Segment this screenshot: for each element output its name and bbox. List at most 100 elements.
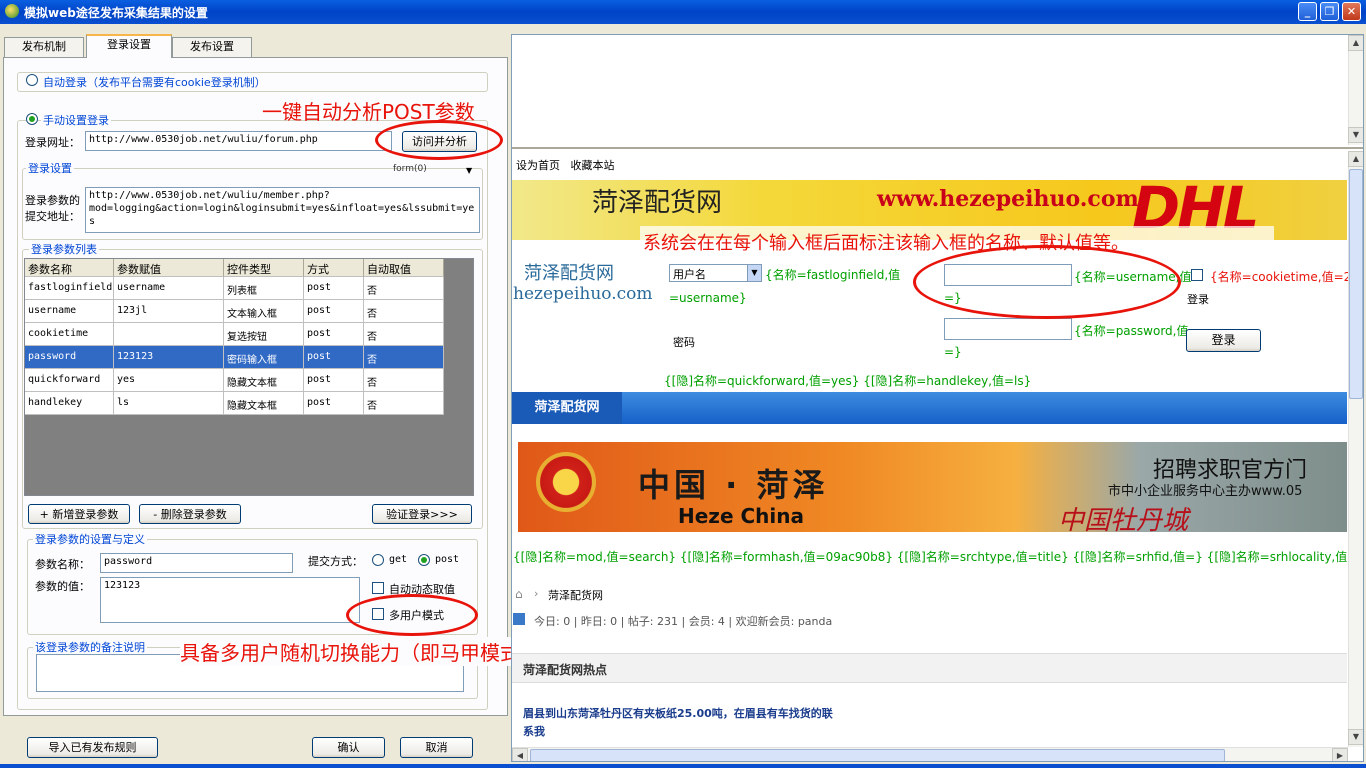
scroll-up-arrow[interactable]: ▲ (1348, 151, 1363, 167)
column-header[interactable]: 控件类型 (224, 259, 304, 277)
tab-publish-mechanism[interactable]: 发布机制 (4, 37, 84, 57)
hot-item-2[interactable]: 系我 (523, 723, 545, 739)
chevron-down-icon[interactable]: ▼ (466, 166, 472, 175)
table-row[interactable]: fastloginfield username 列表框 post 否 (25, 277, 444, 300)
note-fastlogin-2: =username} (669, 291, 747, 305)
form-select[interactable]: form(0) (393, 164, 427, 174)
table-cell: ls (114, 392, 224, 415)
stats-posts: 帖子: 231 (627, 615, 679, 628)
manual-login-label: 手动设置登录 (41, 112, 111, 128)
table-row[interactable]: quickforward yes 隐藏文本框 post 否 (25, 369, 444, 392)
china-banner: 中国 · 菏泽 Heze China 招聘求职官方门 市中小企业服务中心主办ww… (518, 442, 1347, 532)
column-header[interactable]: 方式 (304, 259, 364, 277)
hot-item-1[interactable]: 眉县到山东菏泽牡丹区有夹板纸25.00吨，在眉县有车找货的联 (523, 705, 833, 721)
submit-addr-textarea[interactable]: http://www.0530job.net/wuliu/member.php?… (85, 187, 480, 233)
scroll-up-arrow[interactable]: ▲ (1348, 35, 1363, 51)
minimize-button[interactable]: _ (1298, 2, 1317, 21)
add-param-button[interactable]: + 新增登录参数 (28, 504, 130, 524)
hscroll-thumb[interactable] (530, 749, 1225, 761)
delete-param-button[interactable]: - 删除登录参数 (139, 504, 241, 524)
stats-welcome[interactable]: 欢迎新会员: panda (736, 615, 833, 628)
maximize-button[interactable]: ❐ (1320, 2, 1339, 21)
login-url-input[interactable]: http://www.0530job.net/wuliu/forum.php (85, 131, 392, 151)
param-list-label: 登录参数列表 (29, 241, 99, 257)
verify-login-button[interactable]: 验证登录>>> (372, 504, 472, 524)
table-cell: post (304, 392, 364, 415)
note-fastlogin-1: {名称=fastloginfield,值 (765, 268, 901, 282)
set-homepage-link[interactable]: 设为首页 (516, 159, 560, 172)
stats-yesterday: 昨日: 0 (580, 615, 618, 628)
table-cell: handlekey (25, 392, 114, 415)
table-row[interactable]: username 123jl 文本输入框 post 否 (25, 300, 444, 323)
table-row-selected[interactable]: password 123123 密码输入框 post 否 (25, 346, 444, 369)
remember-checkbox[interactable] (1191, 269, 1203, 281)
table-cell: username (114, 277, 224, 300)
hot-title: 菏泽配货网热点 (523, 663, 608, 677)
emblem-icon (536, 452, 596, 512)
close-button[interactable]: ✕ (1342, 2, 1361, 21)
scroll-down-arrow[interactable]: ▼ (1348, 729, 1363, 745)
table-cell: 隐藏文本框 (224, 369, 304, 392)
title-bar: 模拟web途径发布采集结果的设置 _ ❐ ✕ (0, 0, 1366, 24)
login-settings-label: 登录设置 (26, 160, 74, 176)
chevron-down-icon[interactable]: ▼ (747, 264, 762, 282)
method-label: 提交方式： (308, 555, 363, 568)
site-login-button[interactable]: 登录 (1186, 329, 1261, 352)
table-cell: 否 (364, 277, 444, 300)
param-name-input[interactable]: password (100, 553, 293, 573)
horizontal-scrollbar[interactable]: ◀ ▶ (512, 747, 1348, 761)
table-cell: post (304, 346, 364, 369)
method-get-label: get (389, 554, 408, 565)
column-header[interactable]: 参数赋值 (114, 259, 224, 277)
cancel-button[interactable]: 取消 (400, 737, 473, 758)
scroll-down-arrow[interactable]: ▼ (1348, 127, 1363, 143)
submit-addr-line-3: s (89, 216, 96, 227)
manual-login-radio[interactable] (26, 113, 38, 125)
table-cell: 否 (364, 346, 444, 369)
breadcrumb[interactable]: 菏泽配货网 (548, 587, 603, 603)
table-cell: post (304, 323, 364, 346)
annotation-ellipse-multiuser (346, 594, 478, 636)
table-row[interactable]: handlekey ls 隐藏文本框 post 否 (25, 392, 444, 415)
remember-label: 登录 (1187, 293, 1209, 306)
auto-login-radio[interactable] (26, 74, 38, 86)
param-value-label: 参数的值： (35, 580, 90, 593)
bookmark-link[interactable]: 收藏本站 (571, 159, 615, 172)
stats-icon (513, 613, 525, 625)
column-header[interactable]: 参数名称 (25, 259, 114, 277)
param-name-label: 参数名称： (35, 558, 90, 571)
banner-name: 菏泽配货网 (592, 188, 723, 218)
submit-addr-line-1: http://www.0530job.net/wuliu/member.php? (89, 190, 330, 201)
table-cell: 123123 (114, 346, 224, 369)
login-url-label: 登录网址： (25, 136, 80, 149)
top-scrollbar[interactable]: ▲ ▼ (1348, 35, 1363, 145)
auto-dynamic-checkbox[interactable] (372, 582, 384, 594)
browser-pane[interactable]: ▲ ▼ 设为首页 收藏本站 菏泽配货网 www.hezepeihuo.com D… (511, 34, 1364, 762)
scroll-right-arrow[interactable]: ▶ (1332, 748, 1348, 761)
method-post-radio[interactable] (418, 554, 430, 566)
ok-button[interactable]: 确认 (312, 737, 385, 758)
tab-publish-settings[interactable]: 发布设置 (172, 37, 252, 57)
table-cell: 否 (364, 323, 444, 346)
home-icon[interactable]: ⌂ (515, 587, 523, 601)
annotation-multi-user: 具备多用户随机切换能力（即马甲模式） (180, 637, 540, 666)
table-row[interactable]: cookietime 复选按钮 post 否 (25, 323, 444, 346)
import-rules-button[interactable]: 导入已有发布规则 (27, 737, 158, 758)
table-cell (114, 323, 224, 346)
scroll-thumb[interactable] (1349, 169, 1363, 399)
column-header[interactable]: 自动取值 (364, 259, 444, 277)
method-post-label: post (435, 554, 460, 565)
method-get-radio[interactable] (372, 554, 384, 566)
scroll-left-arrow[interactable]: ◀ (512, 748, 528, 761)
stats-members: 会员: 4 (688, 615, 725, 628)
table-cell: 隐藏文本框 (224, 392, 304, 415)
annotation-ellipse-visit (375, 120, 503, 160)
tab-login-settings[interactable]: 登录设置 (86, 34, 172, 58)
china-banner-right-sub: 市中小企业服务中心主办www.05 (1108, 484, 1303, 499)
param-value-textarea[interactable]: 123123 (100, 577, 360, 623)
splitter[interactable] (512, 147, 1363, 149)
site-scrollbar[interactable]: ▲ ▼ (1348, 151, 1363, 747)
nav-home[interactable]: 菏泽配货网 (512, 392, 622, 424)
param-table[interactable]: 参数名称 参数赋值 控件类型 方式 自动取值 fastloginfield us… (24, 258, 474, 496)
password-input[interactable] (944, 318, 1072, 340)
